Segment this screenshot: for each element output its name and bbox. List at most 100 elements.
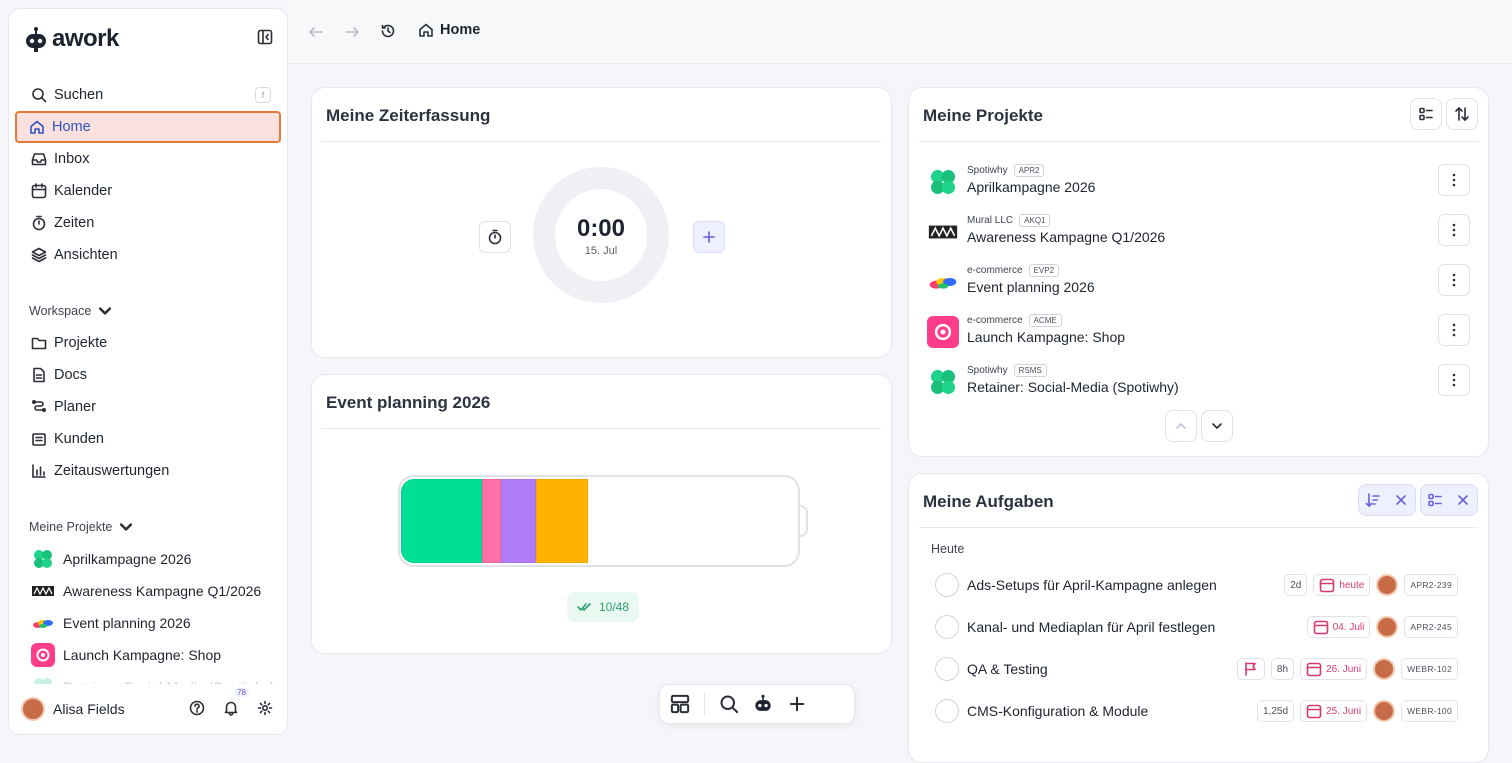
- chart-icon: [32, 464, 46, 478]
- avatar[interactable]: [1373, 658, 1396, 680]
- task-due-date-chip[interactable]: 04. Juli: [1306, 616, 1371, 638]
- history-icon[interactable]: [380, 23, 396, 39]
- back-arrow-icon[interactable]: [308, 24, 324, 40]
- add-time-button[interactable]: [693, 221, 725, 253]
- sidebar-project-awareness[interactable]: Awareness Kampagne Q1/2026: [15, 575, 281, 607]
- sort-desc-icon: [1365, 493, 1380, 507]
- workspace-section-toggle[interactable]: Workspace: [29, 303, 113, 319]
- user-actions: [189, 700, 273, 716]
- avatar[interactable]: [1376, 574, 1399, 596]
- help-icon[interactable]: [189, 700, 205, 716]
- task-meta: 04. Juli APR2-245: [1306, 615, 1458, 639]
- group-view-icon: [1428, 493, 1442, 507]
- more-vertical-icon: [1452, 323, 1456, 337]
- project-menu-button[interactable]: [1438, 314, 1470, 346]
- sidebar-item-kalender[interactable]: Kalender: [15, 175, 281, 207]
- task-progress-pill[interactable]: 10/48: [567, 592, 640, 622]
- project-row[interactable]: e-commerce ACME Launch Kampagne: Shop: [927, 310, 1470, 350]
- task-key: WEBR-100: [1401, 700, 1458, 722]
- more-vertical-icon: [1452, 223, 1456, 237]
- sidebar-item-docs[interactable]: Docs: [15, 359, 281, 391]
- bell-icon[interactable]: [223, 700, 239, 716]
- sidebar-collapse-icon: [257, 29, 273, 45]
- plus-icon[interactable]: [787, 694, 807, 714]
- group-filter-chip[interactable]: [1420, 484, 1478, 516]
- task-row[interactable]: Ads-Setups für April-Kampagne anlegen 2d…: [935, 567, 1458, 603]
- view-options-button[interactable]: [1410, 98, 1442, 130]
- sidebar-item-zeitauswertungen[interactable]: Zeitauswertungen: [15, 455, 281, 487]
- gear-icon[interactable]: [257, 700, 273, 716]
- task-checkbox[interactable]: [935, 573, 959, 597]
- priority-flag-chip[interactable]: [1236, 658, 1265, 680]
- project-menu-button[interactable]: [1438, 364, 1470, 396]
- project-menu-button[interactable]: [1438, 164, 1470, 196]
- project-key: RSMS: [1013, 364, 1047, 377]
- avatar[interactable]: [1376, 616, 1399, 638]
- project-row[interactable]: e-commerce EVP2 Event planning 2026: [927, 260, 1470, 300]
- sidebar-item-zeiten[interactable]: Zeiten: [15, 207, 281, 239]
- sidebar-project-event-planning[interactable]: Event planning 2026: [15, 607, 281, 639]
- awork-logo[interactable]: awork: [25, 25, 119, 53]
- my-projects-section-toggle[interactable]: Meine Projekte: [29, 519, 134, 535]
- task-effort: 1,25d: [1257, 700, 1295, 722]
- collapse-sidebar-button[interactable]: [257, 29, 273, 45]
- avatar[interactable]: [21, 697, 45, 721]
- close-icon[interactable]: [1455, 492, 1471, 508]
- timer-ring[interactable]: 0:00 15. Jul: [533, 167, 669, 303]
- sidebar: awork Suchen f Home Inbox Kalender Zeite…: [8, 8, 288, 735]
- sidebar-item-projekte[interactable]: Projekte: [15, 327, 281, 359]
- task-due-date-chip[interactable]: 25. Juni: [1300, 700, 1368, 722]
- avatar[interactable]: [1373, 700, 1396, 722]
- project-key: ACME: [1028, 314, 1062, 327]
- task-checkbox[interactable]: [935, 657, 959, 681]
- close-icon[interactable]: [1393, 492, 1409, 508]
- search-nav-item[interactable]: Suchen f: [15, 79, 281, 111]
- sidebar-item-inbox[interactable]: Inbox: [15, 143, 281, 175]
- progress-battery[interactable]: [398, 475, 800, 567]
- task-row[interactable]: Kanal- und Mediaplan für April festlegen…: [935, 609, 1458, 645]
- project-row[interactable]: Spotiwhy RSMS Retainer: Social-Media (Spo…: [927, 360, 1470, 400]
- project-row[interactable]: Spotiwhy APR2 Aprilkampagne 2026: [927, 160, 1470, 200]
- task-row[interactable]: QA & Testing 8h 26. Juni WEBR-102: [935, 651, 1458, 687]
- project-menu-button[interactable]: [1438, 214, 1470, 246]
- sidebar-item-ansichten[interactable]: Ansichten: [15, 239, 281, 271]
- top-bar: Home: [288, 0, 1512, 64]
- sort-button[interactable]: [1446, 98, 1478, 130]
- task-checkbox[interactable]: [935, 699, 959, 723]
- layout-icon[interactable]: [670, 694, 690, 714]
- battery-segment: [501, 479, 537, 563]
- sort-filter-chip[interactable]: [1358, 484, 1416, 516]
- task-due-date-chip[interactable]: heute: [1313, 574, 1371, 596]
- sidebar-project-launch[interactable]: Launch Kampagne: Shop: [15, 639, 281, 671]
- clover-logo-icon: [927, 366, 959, 398]
- event-title: Event planning 2026: [326, 393, 491, 412]
- sidebar-item-label: Planer: [54, 399, 96, 415]
- stopwatch-button[interactable]: [479, 221, 511, 253]
- task-checkbox[interactable]: [935, 615, 959, 639]
- sidebar-item-home[interactable]: Home: [15, 111, 281, 143]
- sidebar-item-kunden[interactable]: Kunden: [15, 423, 281, 455]
- chevron-down-icon: [99, 307, 112, 315]
- my-tasks-card: Meine Aufgaben Heute Ads-Setups für Apri…: [908, 473, 1489, 763]
- user-name[interactable]: Alisa Fields: [53, 701, 125, 717]
- clover-logo-icon: [31, 547, 55, 571]
- list-view-icon: [1419, 107, 1433, 121]
- sidebar-project-aprilkampagne[interactable]: Aprilkampagne 2026: [15, 543, 281, 575]
- robot-assistant-icon[interactable]: [753, 694, 773, 714]
- breadcrumb[interactable]: Home: [418, 22, 480, 38]
- project-row[interactable]: Mural LLC AKQ1 Awareness Kampagne Q1/2026: [927, 210, 1470, 250]
- search-icon[interactable]: [719, 694, 739, 714]
- scroll-down-button[interactable]: [1201, 410, 1233, 442]
- timer-date: 15. Jul: [584, 245, 618, 257]
- scroll-up-button[interactable]: [1165, 410, 1197, 442]
- task-due-date-chip[interactable]: 26. Juni: [1300, 658, 1368, 680]
- task-row[interactable]: CMS-Konfiguration & Module 1,25d 25. Jun…: [935, 693, 1458, 729]
- project-menu-button[interactable]: [1438, 264, 1470, 296]
- project-name: Retainer: Social-Media (Spotiwhy): [967, 379, 1179, 395]
- forward-arrow-icon[interactable]: [344, 24, 360, 40]
- inbox-icon: [31, 153, 47, 166]
- sidebar-item-planer[interactable]: Planer: [15, 391, 281, 423]
- sidebar-project-label: Aprilkampagne 2026: [63, 551, 192, 567]
- event-planning-card: Event planning 2026 10/48: [311, 374, 892, 654]
- chevron-up-icon: [1176, 423, 1186, 429]
